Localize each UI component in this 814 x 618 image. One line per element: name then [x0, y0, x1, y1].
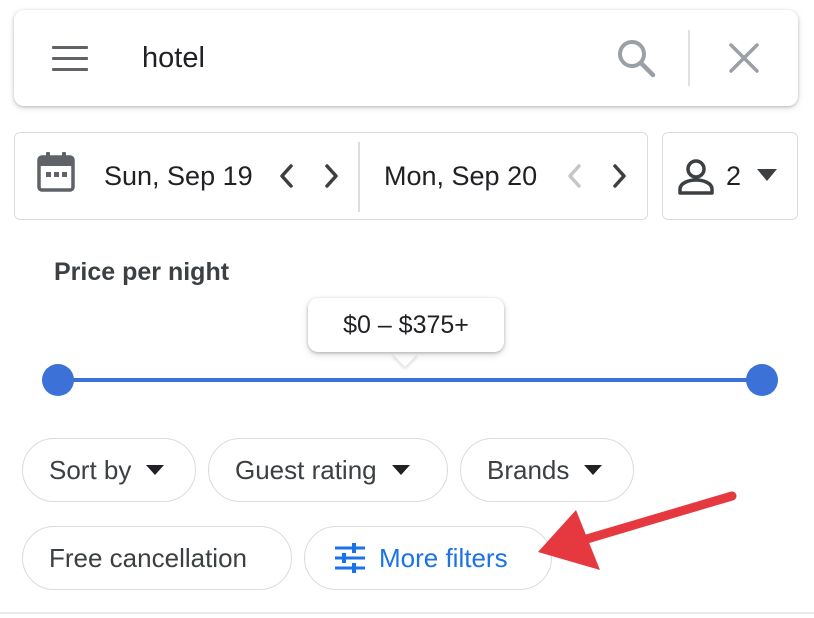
close-icon[interactable]: [724, 38, 764, 78]
search-bar: [14, 10, 798, 106]
chevron-left-icon[interactable]: [274, 160, 300, 192]
chevron-left-icon[interactable]: [562, 160, 588, 192]
guest-count: 2: [726, 161, 742, 191]
person-icon: [678, 159, 714, 195]
annotation-arrow-icon: [538, 491, 737, 570]
bottom-divider: [0, 612, 814, 614]
price-slider-track[interactable]: [58, 378, 762, 382]
caret-down-icon: [146, 465, 165, 475]
more-filters-label: More filters: [379, 542, 508, 573]
caret-down-icon: [757, 169, 777, 181]
sort-by-label: Sort by: [49, 454, 132, 485]
tune-icon: [335, 543, 365, 573]
price-range-bubble: $0 – $375+: [308, 298, 504, 352]
price-slider-min-handle[interactable]: [42, 364, 74, 396]
chevron-right-icon[interactable]: [606, 160, 632, 192]
calendar-icon: [37, 152, 75, 192]
caret-down-icon: [584, 465, 603, 475]
search-divider: [688, 30, 690, 86]
checkin-date[interactable]: Sun, Sep 19: [104, 156, 253, 196]
price-slider-max-handle[interactable]: [746, 364, 778, 396]
search-icon[interactable]: [614, 36, 658, 80]
free-cancellation-label: Free cancellation: [49, 542, 247, 573]
price-label: Price per night: [54, 258, 230, 286]
free-cancellation-chip[interactable]: Free cancellation: [22, 526, 292, 590]
sort-by-chip[interactable]: Sort by: [22, 438, 196, 502]
search-input[interactable]: hotel: [142, 38, 205, 78]
guest-rating-chip[interactable]: Guest rating: [208, 438, 448, 502]
more-filters-button[interactable]: More filters: [304, 526, 552, 590]
checkout-date[interactable]: Mon, Sep 20: [384, 156, 537, 196]
guest-rating-label: Guest rating: [235, 454, 377, 485]
chevron-right-icon[interactable]: [318, 160, 344, 192]
caret-down-icon: [391, 465, 410, 475]
menu-icon[interactable]: [52, 46, 88, 72]
date-divider: [358, 142, 360, 212]
